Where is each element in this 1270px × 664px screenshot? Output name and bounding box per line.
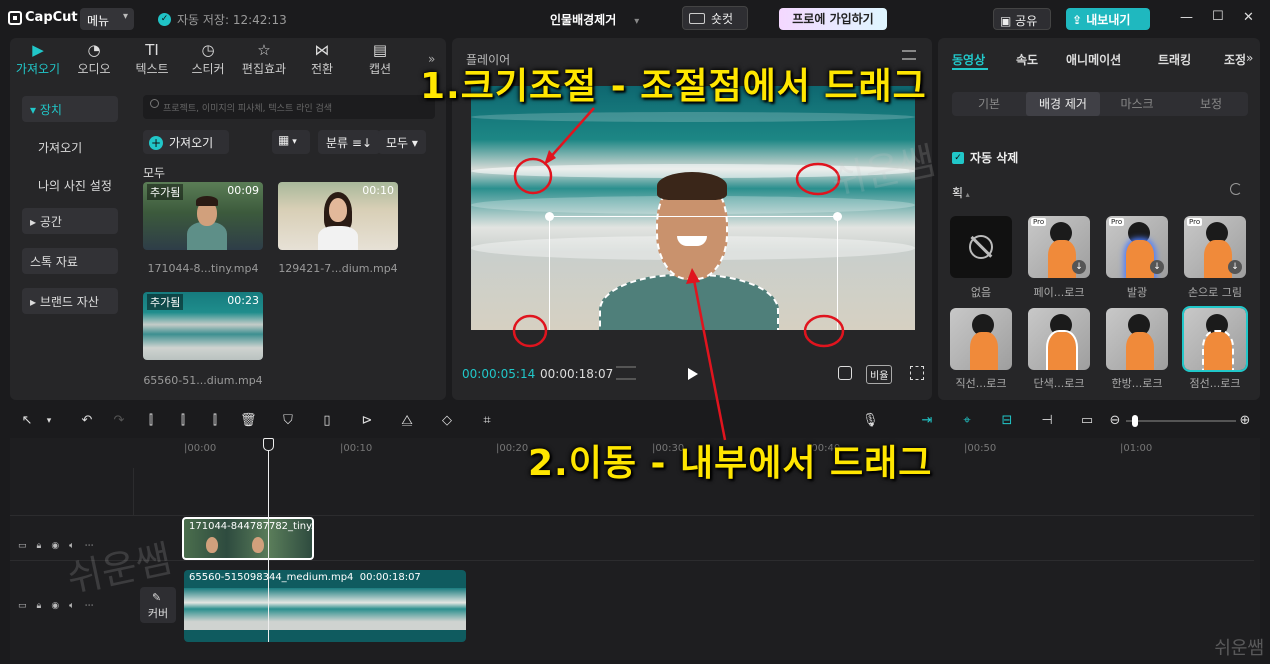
watermark-corner: 쉬운쌤 [1214, 638, 1264, 659]
annotation-arrowhead [686, 268, 700, 284]
annotation-circle [803, 314, 845, 348]
annotation-circle [512, 314, 548, 348]
annotation-resize-text: 1.크기조절 - 조절점에서 드래그 [420, 66, 927, 107]
annotation-arrow-line [547, 107, 595, 161]
annotation-move-text: 2.이동 - 내부에서 드래그 [528, 443, 933, 484]
annotation-circle [513, 157, 553, 195]
annotation-arrow-line [692, 279, 727, 441]
